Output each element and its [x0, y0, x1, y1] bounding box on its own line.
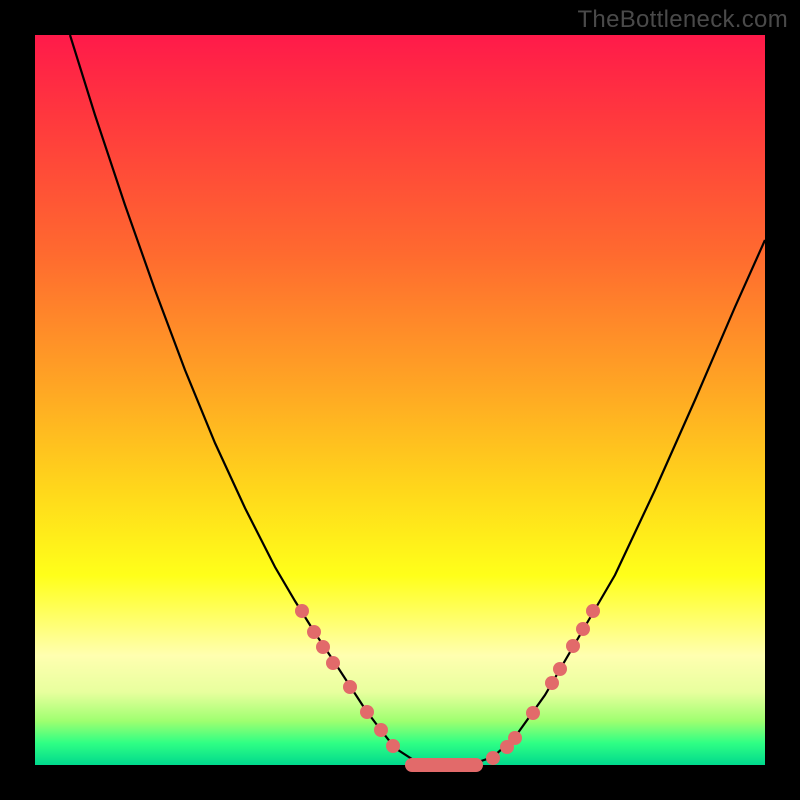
- bottleneck-curve: [70, 35, 765, 765]
- data-marker: [526, 706, 540, 720]
- data-marker: [486, 751, 500, 765]
- data-marker: [326, 656, 340, 670]
- data-marker: [307, 625, 321, 639]
- data-marker: [576, 622, 590, 636]
- bottom-flat-marker: [405, 758, 483, 772]
- data-marker: [295, 604, 309, 618]
- data-marker: [343, 680, 357, 694]
- curve-svg: [35, 35, 765, 765]
- watermark-text: TheBottleneck.com: [577, 6, 788, 34]
- data-marker: [360, 705, 374, 719]
- data-marker: [566, 639, 580, 653]
- data-marker: [316, 640, 330, 654]
- data-marker: [553, 662, 567, 676]
- data-marker: [508, 731, 522, 745]
- plot-area: [35, 35, 765, 765]
- chart-frame: TheBottleneck.com: [0, 0, 800, 800]
- data-marker: [386, 739, 400, 753]
- data-marker: [545, 676, 559, 690]
- data-marker: [586, 604, 600, 618]
- data-marker: [374, 723, 388, 737]
